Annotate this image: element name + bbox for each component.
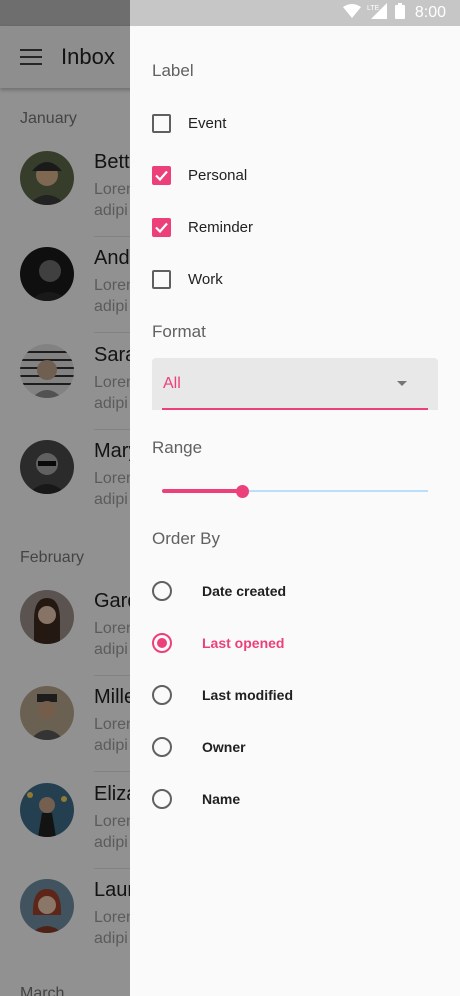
checkbox-checked-icon[interactable] [152,165,171,185]
radio-date-created[interactable]: Date created [152,580,286,602]
select-underline [162,408,428,410]
radio-unselected-icon[interactable] [152,789,172,809]
slider-thumb[interactable] [235,485,249,498]
order-by-section-title: Order By [152,529,221,548]
radio-last-modified[interactable]: Last modified [152,684,293,706]
radio-unselected-icon[interactable] [152,581,172,601]
radio-unselected-icon[interactable] [152,737,172,757]
slider-fill [162,489,242,493]
svg-text:LTE: LTE [367,5,380,12]
checkbox-label: Work [188,270,223,288]
range-section-title: Range [152,438,203,457]
range-slider[interactable] [162,482,428,500]
status-bar: LTE 8:00 [130,0,460,26]
format-select[interactable]: All [152,358,438,410]
checkbox-event[interactable]: Event [152,111,226,135]
filter-drawer: LTE 8:00 Label Event Personal Reminder W… [130,0,460,996]
radio-label: Owner [202,739,246,755]
format-select-value: All [163,375,181,392]
cellular-signal-icon: LTE [367,2,389,24]
format-section-title: Format [152,322,206,341]
radio-label: Date created [202,583,287,599]
checkbox-reminder[interactable]: Reminder [152,215,253,239]
checkbox-checked-icon[interactable] [152,217,171,237]
radio-label: Last modified [202,687,294,703]
radio-selected-icon[interactable] [152,633,172,653]
checkbox-label: Reminder [188,218,254,236]
radio-label: Last opened [202,635,285,651]
clock: 8:00 [414,4,446,21]
radio-name[interactable]: Name [152,788,240,810]
checkbox-icon[interactable] [152,113,171,133]
battery-icon [394,2,405,24]
radio-unselected-icon[interactable] [152,685,172,705]
dropdown-arrow-icon[interactable] [397,381,407,386]
checkbox-label: Personal [188,166,248,184]
checkbox-label: Event [188,114,227,132]
radio-last-opened[interactable]: Last opened [152,632,284,654]
radio-label: Name [202,791,241,807]
checkbox-icon[interactable] [152,269,171,289]
label-section-title: Label [152,61,194,80]
checkbox-personal[interactable]: Personal [152,163,247,187]
checkbox-work[interactable]: Work [152,267,223,291]
wifi-icon [342,3,361,23]
radio-owner[interactable]: Owner [152,736,246,758]
